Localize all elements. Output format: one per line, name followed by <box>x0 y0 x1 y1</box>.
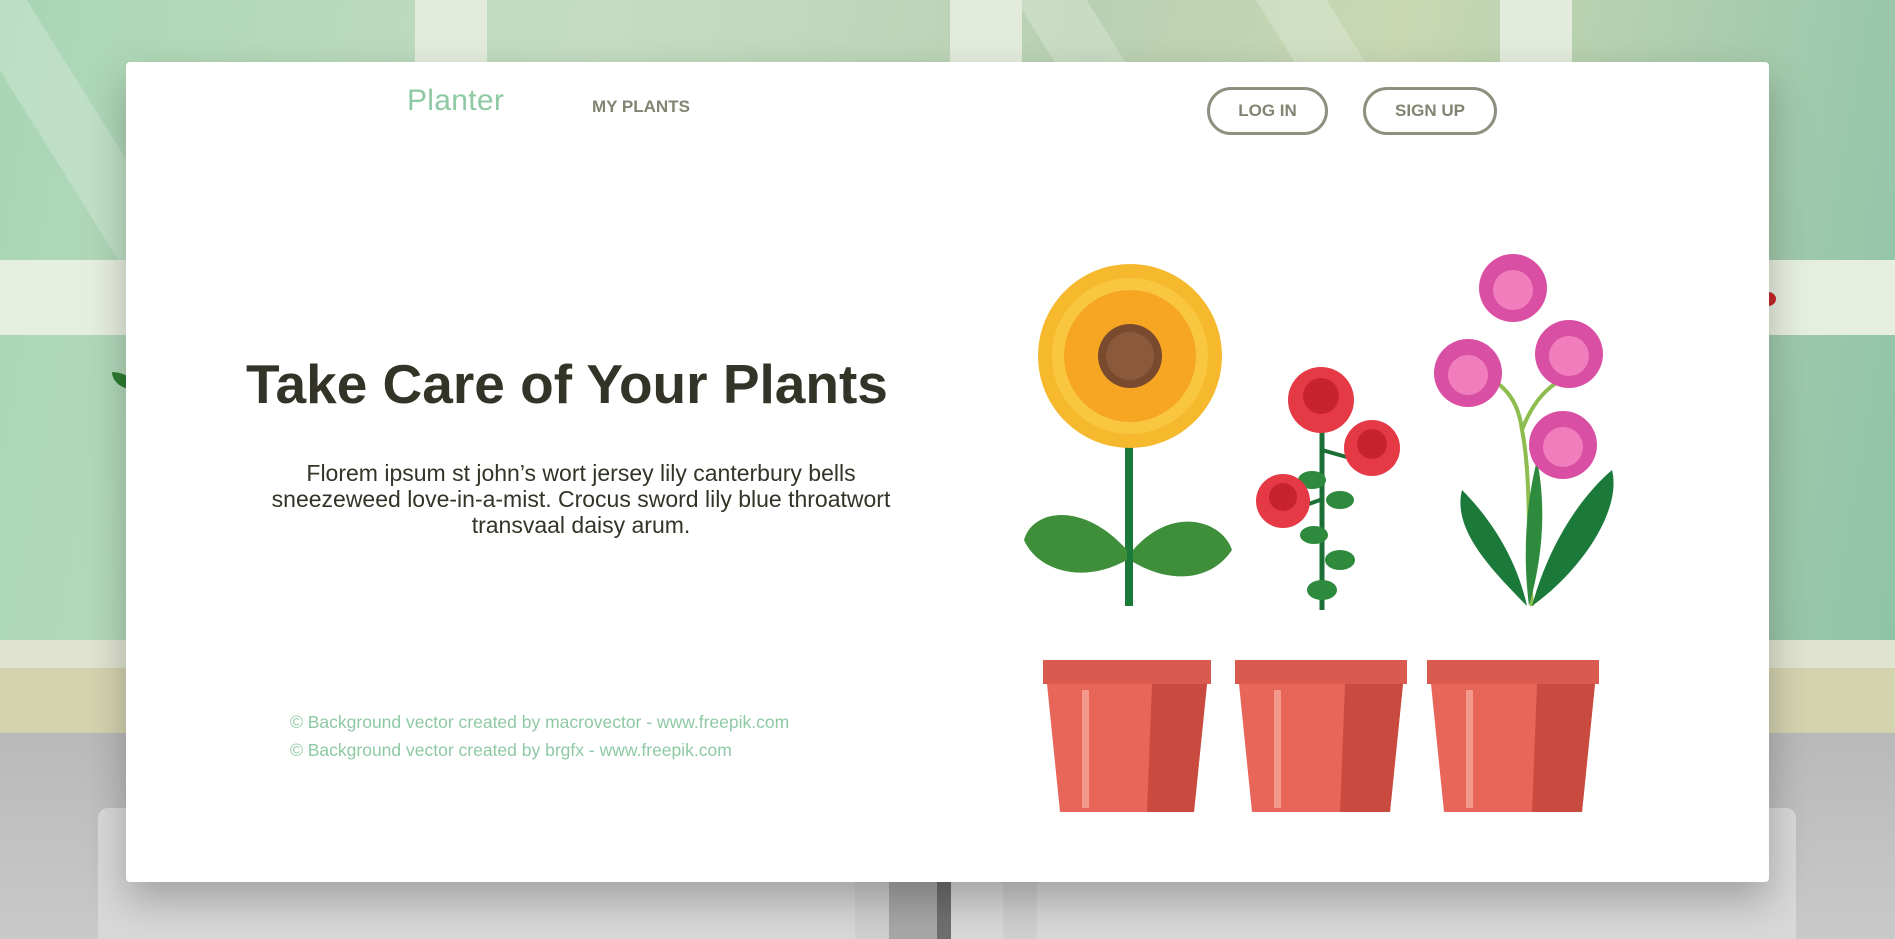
credit-line[interactable]: © Background vector created by brgfx - w… <box>290 736 789 764</box>
cabinet-handle <box>937 880 951 939</box>
signup-button[interactable]: SIGN UP <box>1363 87 1497 135</box>
potted-plants-illustration <box>1024 254 1614 812</box>
cabinet-handle <box>889 880 937 939</box>
cabinet-handle <box>855 880 889 939</box>
credits: © Background vector created by macrovect… <box>290 708 789 764</box>
flower-pot <box>1427 660 1599 812</box>
main-card: Planter MY PLANTS LOG IN SIGN UP Take Ca… <box>126 62 1769 882</box>
flower-pot <box>1043 660 1211 812</box>
roses-icon <box>1256 367 1400 610</box>
credit-line[interactable]: © Background vector created by macrovect… <box>290 708 789 736</box>
orchid-icon <box>1434 254 1614 607</box>
brand-logo[interactable]: Planter <box>407 84 504 118</box>
hero-title: Take Care of Your Plants <box>246 353 888 415</box>
flower-pot <box>1235 660 1407 812</box>
nav-my-plants[interactable]: MY PLANTS <box>592 97 690 117</box>
login-button[interactable]: LOG IN <box>1207 87 1328 135</box>
hero-description: Florem ipsum st john’s wort jersey lily … <box>271 460 891 538</box>
cabinet-handle <box>1003 880 1037 939</box>
sunflower-icon <box>1024 264 1232 606</box>
